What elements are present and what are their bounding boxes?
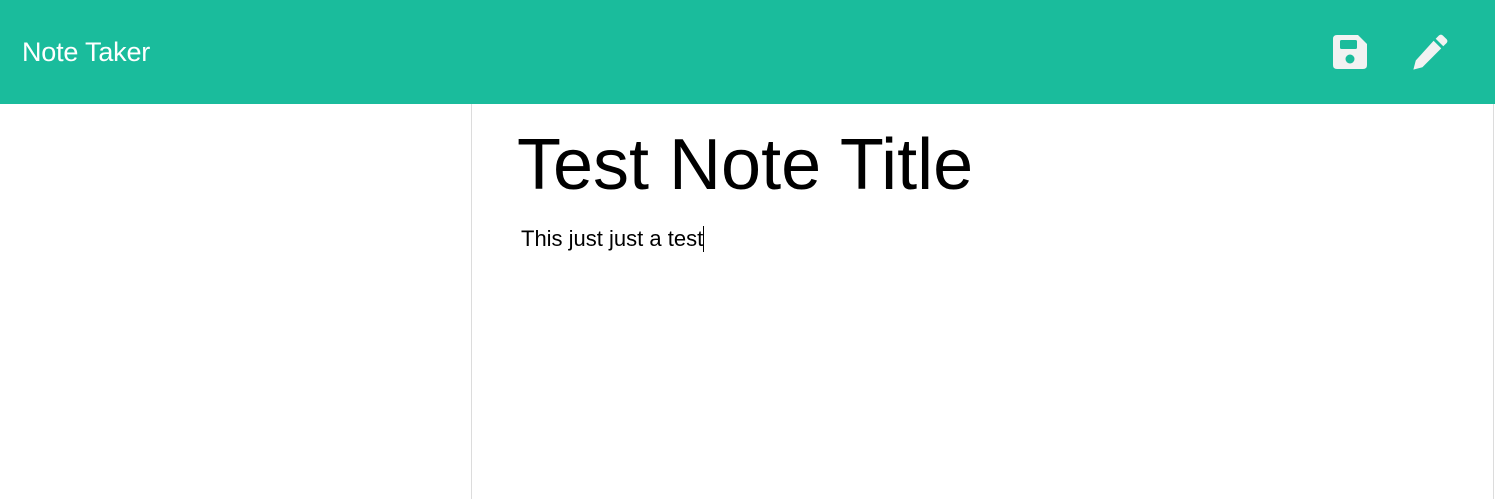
note-body-textarea[interactable]: This just just a test <box>521 224 1461 254</box>
note-title-input[interactable] <box>517 122 1457 208</box>
editor-right-border <box>1493 104 1494 499</box>
note-editor: This just just a test <box>473 104 1493 499</box>
text-cursor <box>703 226 705 252</box>
save-icon[interactable] <box>1331 33 1369 71</box>
note-body-text: This just just a test <box>521 226 704 251</box>
navbar: Note Taker <box>0 0 1495 104</box>
brand-link[interactable]: Note Taker <box>22 38 150 66</box>
navbar-actions <box>1331 33 1473 71</box>
pencil-icon[interactable] <box>1411 33 1449 71</box>
note-list-sidebar <box>0 104 472 499</box>
